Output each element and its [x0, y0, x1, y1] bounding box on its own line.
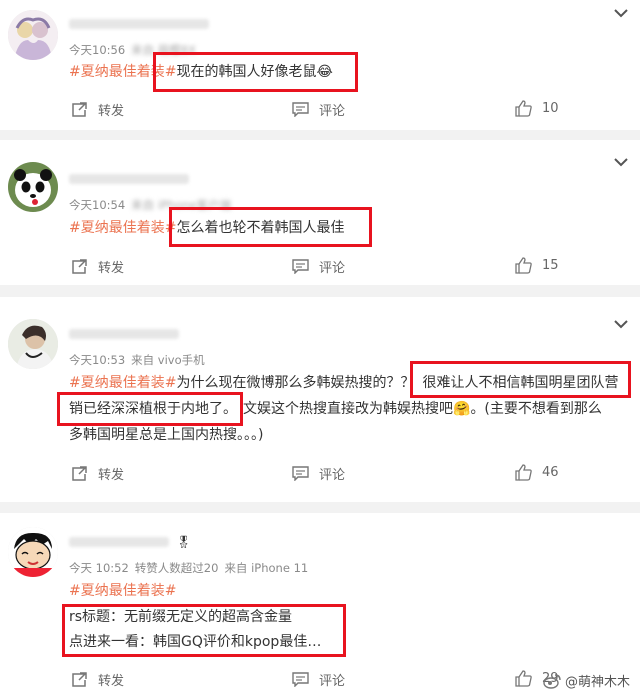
- thumbs-up-icon: [515, 100, 532, 117]
- comment-label: 评论: [319, 104, 346, 119]
- like-button[interactable]: 15: [515, 257, 559, 274]
- chevron-down-icon[interactable]: [614, 8, 628, 18]
- post-source: 来自 iPhone 11: [224, 561, 309, 575]
- username-blurred[interactable]: [69, 19, 209, 29]
- action-bar: 转发 评论 46: [0, 464, 640, 484]
- repost-button[interactable]: 转发: [71, 670, 124, 689]
- avatar-image: [8, 319, 58, 369]
- repost-icon: [72, 259, 87, 274]
- comment-button[interactable]: 评论: [292, 100, 345, 119]
- username-blurred[interactable]: [69, 329, 179, 339]
- comment-label: 评论: [319, 468, 346, 483]
- hashtag-link[interactable]: #夏纳最佳着装#: [69, 220, 176, 236]
- repost-button[interactable]: 转发: [71, 257, 124, 276]
- like-button[interactable]: 10: [515, 100, 559, 117]
- avatar-image: [8, 527, 58, 577]
- avatar[interactable]: [8, 319, 58, 369]
- post-time: 今天10:54: [69, 198, 126, 212]
- avatar[interactable]: [8, 10, 58, 60]
- hashtag-link[interactable]: #夏纳最佳着装#: [69, 375, 176, 391]
- comment-icon: [292, 672, 309, 687]
- post-card: 今天10:56 来自 萌樱8X #夏纳最佳着装#现在的韩国人好像老鼠😂 转发 评论…: [0, 0, 640, 130]
- post-extra: 转赞人数超过20: [134, 561, 219, 575]
- repost-label: 转发: [98, 261, 125, 276]
- repost-button[interactable]: 转发: [71, 100, 124, 119]
- like-count: 15: [542, 258, 559, 273]
- post-time: 今天 10:52: [69, 561, 129, 575]
- username-blurred[interactable]: [69, 174, 189, 184]
- weibo-logo-icon: [543, 673, 561, 689]
- comment-label: 评论: [319, 261, 346, 276]
- post-body-text: 多韩国明星总是上国内热搜。。。): [69, 427, 264, 443]
- highlight-box: [169, 207, 372, 247]
- chevron-down-icon[interactable]: [614, 157, 628, 167]
- repost-icon: [72, 466, 87, 481]
- avatar-image: [8, 162, 58, 212]
- post-body-text: 文娱这个热搜直接改为韩娱热搜吧: [243, 401, 453, 417]
- comment-icon: [292, 259, 309, 274]
- like-count: 10: [542, 101, 559, 116]
- comment-button[interactable]: 评论: [292, 670, 345, 689]
- post-time: 今天10:53: [69, 353, 126, 367]
- like-button[interactable]: 46: [515, 464, 559, 481]
- post-body-text: 。(主要不想看到那么: [470, 401, 602, 417]
- post-text: #夏纳最佳着装#: [69, 579, 626, 603]
- avatar[interactable]: [8, 162, 58, 212]
- repost-button[interactable]: 转发: [71, 464, 124, 483]
- avatar[interactable]: [8, 527, 58, 577]
- chevron-down-icon[interactable]: [614, 319, 628, 329]
- watermark: @萌神木木: [543, 671, 630, 690]
- post-meta: 今天 10:52 转赞人数超过20 来自 iPhone 11: [69, 560, 308, 576]
- hug-emoji-icon: 🤗: [453, 401, 471, 417]
- post-source: 来自 vivo手机: [131, 353, 205, 367]
- comment-button[interactable]: 评论: [292, 257, 345, 276]
- comment-icon: [292, 466, 309, 481]
- thumbs-up-icon: [515, 464, 532, 481]
- thumbs-up-icon: [515, 670, 532, 687]
- post-time: 今天10:56: [69, 43, 126, 57]
- repost-icon: [72, 102, 87, 117]
- vip-badge-icon: 🎖: [176, 535, 192, 549]
- highlight-box: [153, 52, 358, 92]
- comment-icon: [292, 102, 309, 117]
- highlight-box: [62, 604, 346, 657]
- post-body-text: 为什么现在微博那么多韩娱热搜的？？: [176, 375, 415, 391]
- repost-label: 转发: [98, 104, 125, 119]
- post-card: 今天10:54 来自 iPhone客户端 #夏纳最佳着装#怎么着也轮不着韩国人最佳…: [0, 140, 640, 285]
- username-blurred[interactable]: [69, 537, 169, 547]
- post-card: 今天10:53 来自 vivo手机 #夏纳最佳着装#为什么现在微博那么多韩娱热搜的…: [0, 297, 640, 502]
- repost-label: 转发: [98, 674, 125, 689]
- hashtag-link[interactable]: #夏纳最佳着装#: [69, 583, 176, 599]
- thumbs-up-icon: [515, 257, 532, 274]
- avatar-image: [8, 10, 58, 60]
- action-bar: 转发 评论 10: [0, 100, 640, 120]
- watermark-text: @萌神木木: [564, 675, 630, 690]
- repost-label: 转发: [98, 468, 125, 483]
- comment-button[interactable]: 评论: [292, 464, 345, 483]
- like-count: 46: [542, 465, 559, 480]
- highlight-box: [410, 361, 631, 398]
- post-meta: 今天10:53 来自 vivo手机: [69, 352, 205, 368]
- highlight-box: [57, 392, 243, 426]
- action-bar: 转发 评论 15: [0, 257, 640, 277]
- repost-icon: [72, 672, 87, 687]
- comment-label: 评论: [319, 674, 346, 689]
